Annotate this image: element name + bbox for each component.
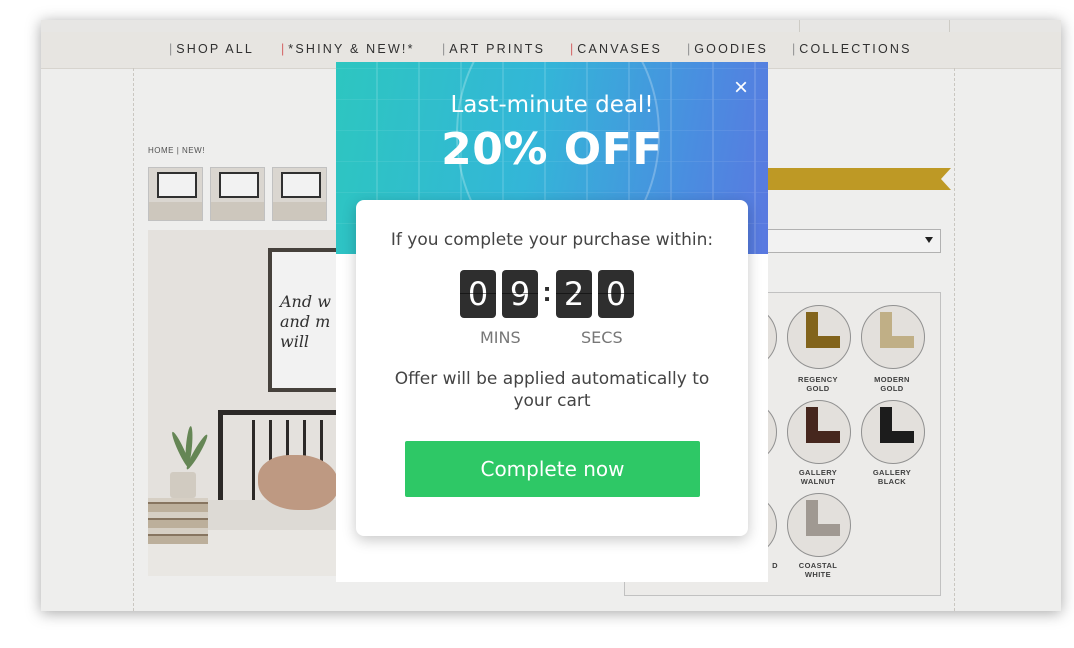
- timer-digit: 0: [598, 270, 634, 318]
- timer-separator: :: [542, 276, 552, 307]
- deal-title: 20% OFF: [441, 124, 663, 175]
- timer-digit: 2: [556, 270, 592, 318]
- minutes-label: MINS: [480, 328, 521, 347]
- offer-note: Offer will be applied automatically to y…: [394, 369, 710, 411]
- store-page: | SHOP ALL | *SHINY & NEW!* | ART PRINTS | C…: [41, 20, 1061, 611]
- timer-digit: 0: [460, 270, 496, 318]
- countdown-lead: If you complete your purchase within:: [390, 230, 714, 250]
- close-icon[interactable]: ×: [727, 74, 755, 102]
- promo-modal: Last-minute deal! 20% OFF × If you compl…: [336, 62, 768, 582]
- countdown-timer: 0 9 : 2 0: [460, 270, 650, 318]
- seconds-label: SECS: [581, 328, 623, 347]
- timer-digit: 9: [502, 270, 538, 318]
- countdown-card: If you complete your purchase within: 0 …: [356, 200, 748, 536]
- screenshot-frame: | SHOP ALL | *SHINY & NEW!* | ART PRINTS | C…: [41, 20, 1061, 611]
- deal-subtitle: Last-minute deal!: [450, 92, 654, 118]
- complete-now-button[interactable]: Complete now: [405, 441, 700, 497]
